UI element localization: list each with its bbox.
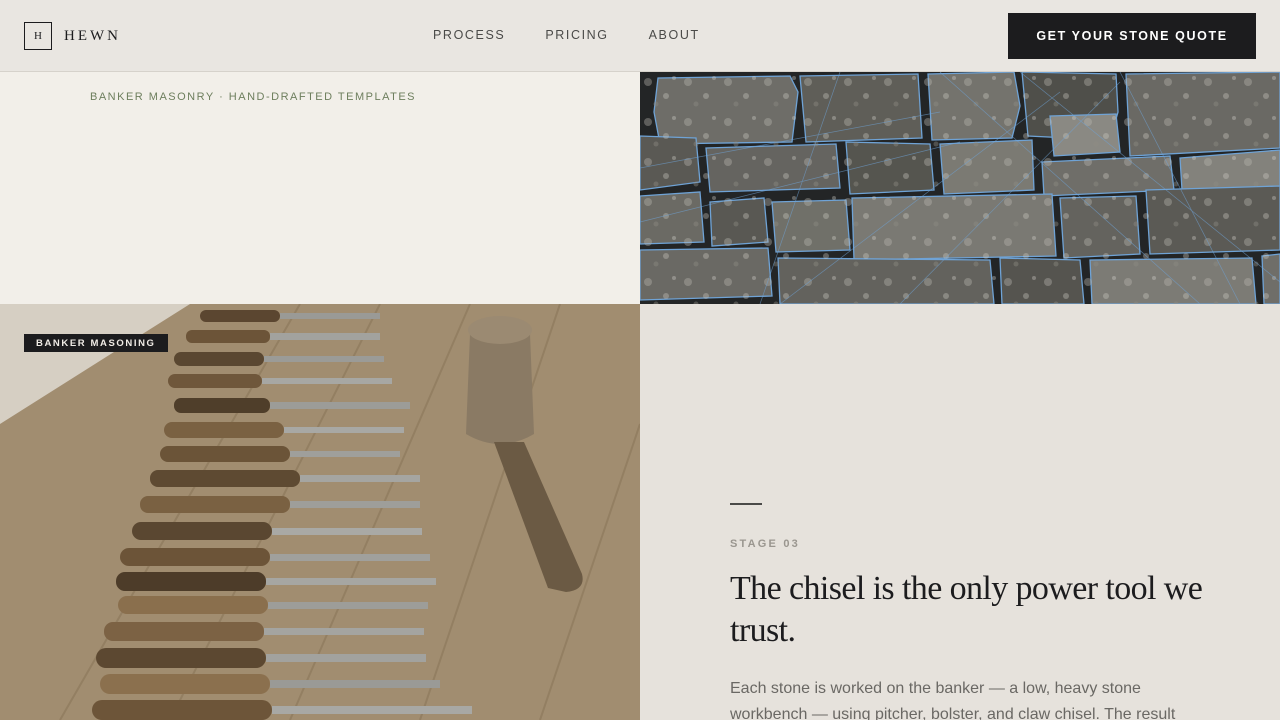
workbench-badge: BANKER MASONING: [24, 334, 168, 352]
logo-wordmark: HEWN: [64, 27, 121, 44]
stone-wall-image: [640, 72, 1280, 304]
stone-wall-illustration: [640, 72, 1280, 304]
divider-rule: [730, 503, 762, 505]
intro-eyebrow: BANKER MASONRY · HAND-DRAFTED TEMPLATES: [90, 91, 417, 103]
stage-panel: STAGE 03 The chisel is the only power to…: [640, 304, 1280, 720]
intro-panel: BANKER MASONRY · HAND-DRAFTED TEMPLATES: [0, 72, 640, 304]
stage-label: STAGE 03: [730, 538, 800, 550]
nav-link-pricing[interactable]: PRICING: [545, 28, 608, 42]
nav-link-process[interactable]: PROCESS: [433, 28, 505, 42]
workbench-photo: BANKER MASONING: [0, 304, 640, 720]
nav-link-about[interactable]: ABOUT: [649, 28, 700, 42]
stage-body: Each stone is worked on the banker — a l…: [730, 680, 1176, 720]
logo-mark: H: [24, 22, 52, 50]
site-header: H HEWN PROCESS PRICING ABOUT GET YOUR ST…: [0, 0, 1280, 72]
chisels-illustration: [0, 304, 640, 720]
main-nav: PROCESS PRICING ABOUT: [433, 28, 700, 42]
get-quote-button[interactable]: GET YOUR STONE QUOTE: [1008, 13, 1256, 59]
stage-headline: The chisel is the only power tool we tru…: [730, 570, 1203, 649]
brand-logo[interactable]: H HEWN: [24, 22, 121, 50]
